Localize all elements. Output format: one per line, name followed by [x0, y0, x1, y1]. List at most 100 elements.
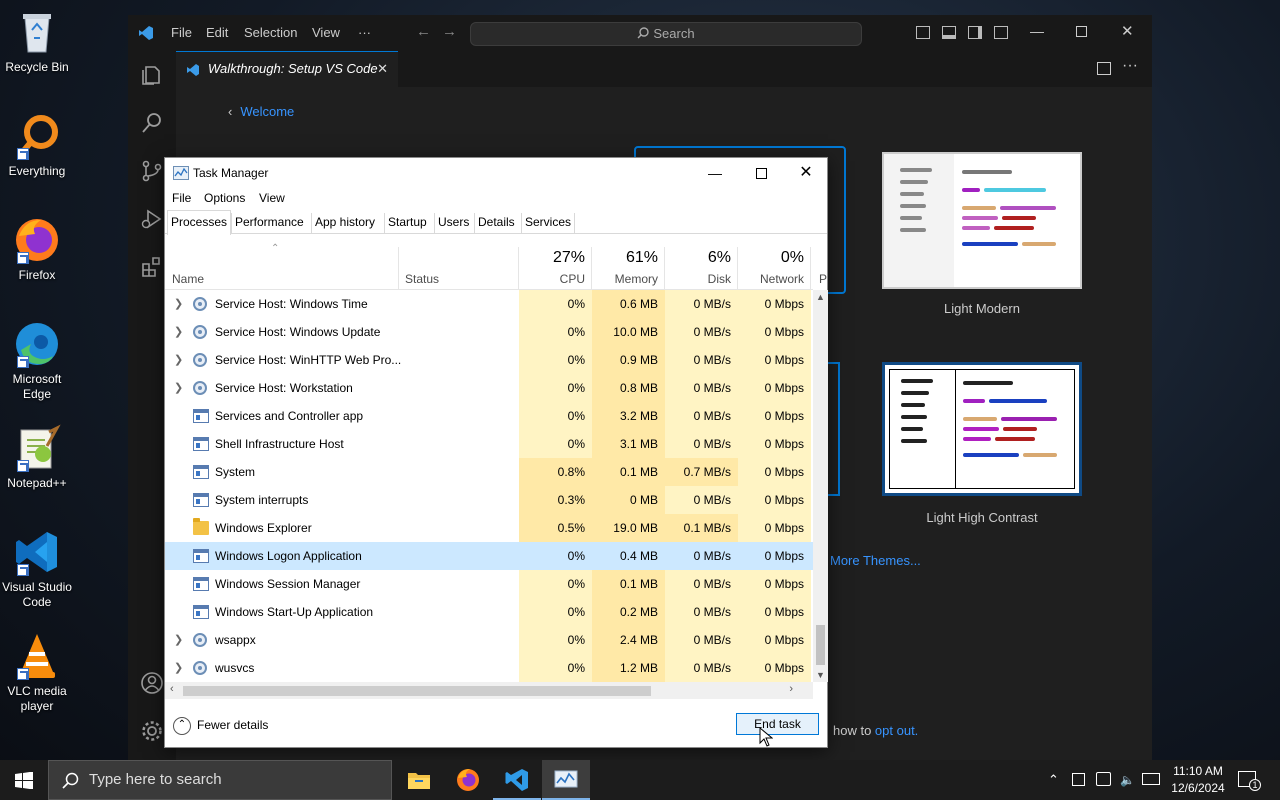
- process-row[interactable]: ❯ Service Host: Windows Time 0% 0.6 MB 0 MB/…: [165, 290, 813, 318]
- toggle-panel-icon[interactable]: [942, 26, 956, 39]
- tray-device-icon[interactable]: [1072, 773, 1085, 786]
- process-row[interactable]: Windows Start-Up Application 0% 0.2 MB 0 MB…: [165, 598, 813, 626]
- menu-selection[interactable]: Selection: [244, 25, 297, 40]
- process-row[interactable]: Windows Explorer 0.5% 19.0 MB 0.1 MB/s 0 Mbp…: [165, 514, 813, 542]
- col-network[interactable]: 0% Network: [738, 247, 811, 290]
- desktop-icon-vscode[interactable]: Visual Studio Code: [0, 528, 74, 610]
- taskbar-file-explorer[interactable]: [395, 760, 443, 800]
- scroll-down-icon[interactable]: ▼: [816, 670, 825, 680]
- theme-card-light-modern[interactable]: [882, 152, 1082, 289]
- tray-overflow-chevron-icon[interactable]: ⌃: [1048, 760, 1059, 800]
- col-memory[interactable]: 61% Memory: [592, 247, 665, 290]
- welcome-back-link[interactable]: ‹ Welcome: [228, 104, 294, 119]
- process-row[interactable]: ❯ Service Host: WinHTTP Web Pro... 0% 0.9 M…: [165, 346, 813, 374]
- menu-file[interactable]: File: [171, 25, 192, 40]
- run-debug-icon[interactable]: [140, 207, 164, 231]
- scroll-up-icon[interactable]: ▲: [816, 292, 825, 302]
- scroll-right-icon[interactable]: ›: [789, 683, 793, 695]
- tm-menu-options[interactable]: Options: [204, 191, 245, 205]
- expand-chevron-icon[interactable]: ❯: [174, 626, 183, 654]
- process-row[interactable]: ❯ wsappx 0% 2.4 MB 0 MB/s 0 Mbps: [165, 626, 813, 654]
- taskbar-clock[interactable]: 11:10 AM 12/6/2024: [1168, 763, 1228, 797]
- window-minimize-button[interactable]: —: [1030, 23, 1044, 39]
- expand-chevron-icon[interactable]: ❯: [174, 654, 183, 682]
- more-actions-icon[interactable]: ···: [1122, 57, 1138, 75]
- notification-center-icon[interactable]: 1: [1238, 771, 1261, 791]
- scroll-left-icon[interactable]: ‹: [170, 683, 174, 695]
- process-row[interactable]: System 0.8% 0.1 MB 0.7 MB/s 0 Mbps: [165, 458, 813, 486]
- theme-card-light-high-contrast[interactable]: [882, 362, 1082, 496]
- desktop-icon-vlc[interactable]: VLC media player: [0, 632, 74, 714]
- horizontal-scrollbar[interactable]: ‹ ›: [165, 682, 813, 699]
- fewer-details-toggle[interactable]: ⌃ Fewer details: [173, 716, 268, 735]
- tab-processes[interactable]: Processes: [167, 210, 232, 235]
- col-cpu[interactable]: 27% CPU: [519, 247, 592, 290]
- menu-view[interactable]: View: [312, 25, 340, 40]
- desktop-icon-firefox[interactable]: Firefox: [0, 216, 74, 283]
- vertical-scroll-thumb[interactable]: [816, 625, 825, 665]
- start-windows-icon[interactable]: [15, 772, 33, 789]
- tm-maximize-button[interactable]: [738, 158, 784, 188]
- tab-walkthrough[interactable]: Walkthrough: Setup VS Code ✕: [176, 51, 398, 87]
- accounts-icon[interactable]: [140, 671, 164, 695]
- window-maximize-button[interactable]: [1076, 26, 1087, 37]
- search-sidebar-icon[interactable]: [140, 111, 164, 135]
- tray-volume-icon[interactable]: 🔈: [1120, 760, 1135, 800]
- extensions-icon[interactable]: [140, 255, 164, 279]
- source-control-icon[interactable]: [140, 159, 164, 183]
- process-row[interactable]: ❯ Service Host: Windows Update 0% 10.0 MB 0 …: [165, 318, 813, 346]
- process-row[interactable]: ❯ wusvcs 0% 1.2 MB 0 MB/s 0 Mbps: [165, 654, 813, 682]
- customize-layout-icon[interactable]: [994, 26, 1008, 39]
- col-disk[interactable]: 6% Disk: [665, 247, 738, 290]
- end-task-button[interactable]: End task: [736, 713, 819, 735]
- taskbar-vscode[interactable]: [493, 760, 541, 800]
- menu-more[interactable]: ···: [358, 25, 371, 40]
- explorer-icon[interactable]: [140, 63, 164, 87]
- back-arrow-icon[interactable]: ←: [416, 23, 431, 40]
- command-center-search[interactable]: Search: [470, 22, 862, 46]
- toggle-primary-sidebar-icon[interactable]: [916, 26, 930, 39]
- desktop-icon-edge[interactable]: Microsoft Edge: [0, 320, 74, 402]
- tm-menu-file[interactable]: File: [172, 191, 191, 205]
- tm-minimize-button[interactable]: —: [692, 158, 738, 188]
- theme-card-dark-high-contrast[interactable]: [826, 362, 840, 496]
- window-close-button[interactable]: ✕: [1121, 22, 1134, 40]
- horizontal-scroll-thumb[interactable]: [183, 686, 651, 696]
- process-row[interactable]: System interrupts 0.3% 0 MB 0 MB/s 0 Mbps: [165, 486, 813, 514]
- toggle-secondary-sidebar-icon[interactable]: [968, 26, 982, 39]
- task-manager-titlebar[interactable]: Task Manager — ✕: [165, 158, 827, 188]
- process-row[interactable]: Services and Controller app 0% 3.2 MB 0 MB/…: [165, 402, 813, 430]
- tray-network-icon[interactable]: [1096, 772, 1111, 786]
- split-editor-icon[interactable]: [1097, 62, 1111, 75]
- process-row[interactable]: Windows Session Manager 0% 0.1 MB 0 MB/s 0 M…: [165, 570, 813, 598]
- taskbar-firefox[interactable]: [444, 760, 492, 800]
- process-row[interactable]: ❯ Service Host: Workstation 0% 0.8 MB 0 MB/s…: [165, 374, 813, 402]
- tab-close-icon[interactable]: ✕: [377, 52, 388, 86]
- taskbar-task-manager[interactable]: [542, 760, 590, 800]
- expand-chevron-icon[interactable]: ❯: [174, 318, 183, 346]
- tab-users[interactable]: Users: [434, 213, 472, 234]
- expand-chevron-icon[interactable]: ❯: [174, 346, 183, 374]
- manage-gear-icon[interactable]: [140, 719, 164, 743]
- tray-keyboard-icon[interactable]: [1142, 773, 1160, 785]
- process-row[interactable]: Windows Logon Application 0% 0.4 MB 0 MB/s 0…: [165, 542, 813, 570]
- menu-edit[interactable]: Edit: [206, 25, 228, 40]
- tab-performance[interactable]: Performance: [231, 213, 307, 234]
- desktop-icon-notepadpp[interactable]: Notepad++: [0, 424, 74, 491]
- expand-chevron-icon[interactable]: ❯: [174, 290, 183, 318]
- col-power[interactable]: P: [811, 247, 827, 290]
- desktop-icon-recycle-bin[interactable]: Recycle Bin: [0, 8, 74, 75]
- vertical-scrollbar[interactable]: ▲ ▼: [813, 290, 828, 682]
- tab-startup[interactable]: Startup: [384, 213, 430, 234]
- col-status[interactable]: Status: [399, 247, 519, 290]
- col-name[interactable]: ⌃ Name: [165, 243, 399, 290]
- more-themes-link[interactable]: More Themes...: [830, 553, 921, 568]
- tm-menu-view[interactable]: View: [259, 191, 285, 205]
- desktop-icon-everything[interactable]: Everything: [0, 112, 74, 179]
- expand-chevron-icon[interactable]: ❯: [174, 374, 183, 402]
- tab-services[interactable]: Services: [521, 213, 576, 234]
- tab-app-history[interactable]: App history: [311, 213, 378, 234]
- taskbar-search-box[interactable]: Type here to search: [48, 760, 392, 800]
- tm-close-button[interactable]: ✕: [783, 158, 829, 188]
- forward-arrow-icon[interactable]: →: [442, 23, 457, 40]
